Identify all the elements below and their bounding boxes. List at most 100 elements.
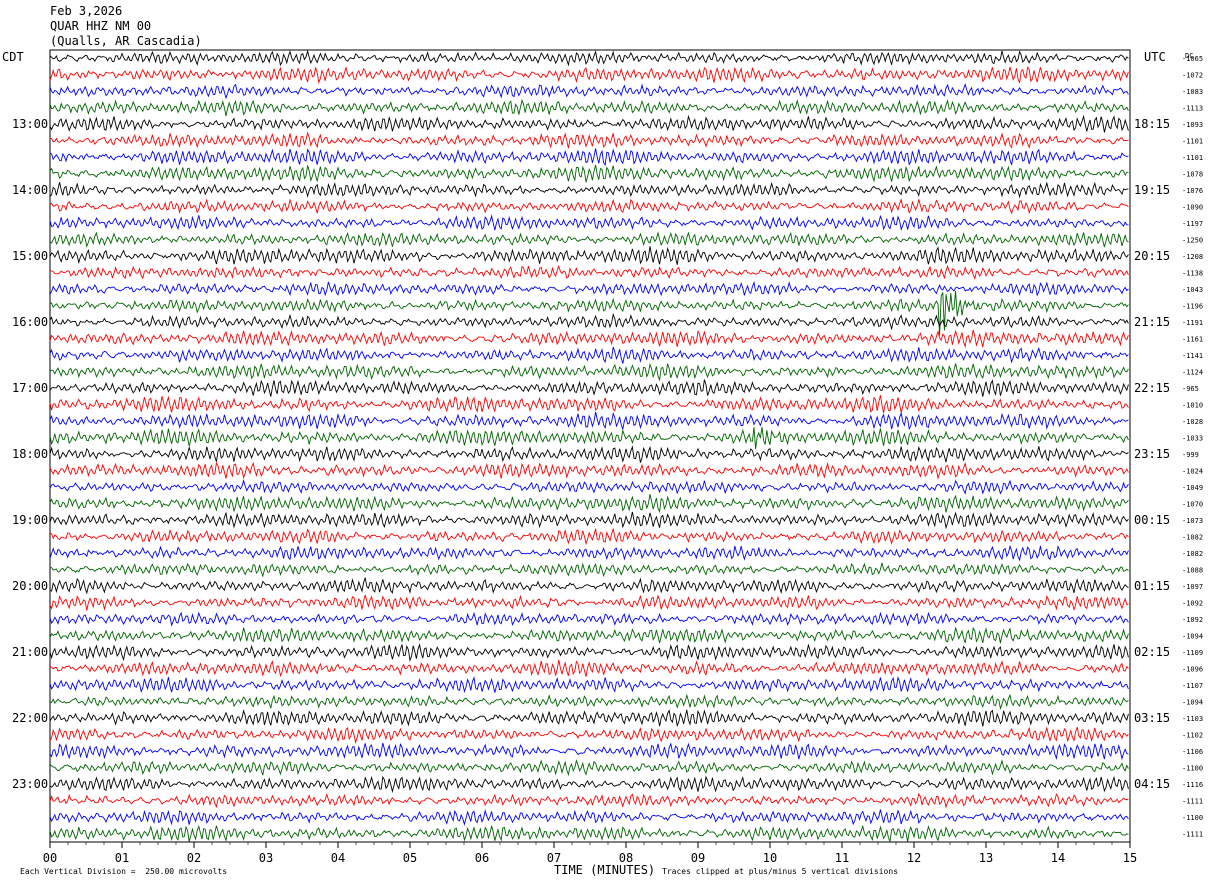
seismic-trace-47 bbox=[49, 824, 1129, 844]
dc-offset-label: -1196 bbox=[1182, 303, 1203, 311]
seismic-trace-13 bbox=[49, 264, 1129, 280]
right-hour-label: 00:15 bbox=[1134, 513, 1170, 527]
dc-offset-label: -1094 bbox=[1182, 633, 1203, 641]
x-tick-label: 09 bbox=[691, 851, 705, 865]
seismic-trace-33 bbox=[49, 594, 1129, 612]
dc-offset-label: -1101 bbox=[1182, 138, 1203, 146]
dc-offset-label: -1250 bbox=[1182, 237, 1203, 245]
left-hour-label: 21:00 bbox=[12, 645, 48, 659]
dc-offset-label: -1073 bbox=[1182, 517, 1203, 525]
dc-offset-label: -1028 bbox=[1182, 418, 1203, 426]
dc-offset-label: -1111 bbox=[1182, 798, 1203, 806]
trace-group bbox=[49, 49, 1129, 844]
seismic-trace-29 bbox=[49, 528, 1129, 546]
seismic-trace-28 bbox=[49, 511, 1129, 530]
seismic-trace-35 bbox=[49, 626, 1129, 644]
seismic-trace-1 bbox=[49, 66, 1129, 85]
clip-note: Traces clipped at plus/minus 5 vertical … bbox=[662, 867, 899, 876]
seismic-trace-11 bbox=[49, 231, 1129, 249]
dc-offset-label: -1082 bbox=[1182, 534, 1203, 542]
seismic-trace-16 bbox=[49, 312, 1129, 331]
seismic-trace-30 bbox=[49, 544, 1129, 562]
left-hour-label: 14:00 bbox=[12, 183, 48, 197]
seismic-trace-24 bbox=[49, 445, 1129, 463]
left-hour-label: 19:00 bbox=[12, 513, 48, 527]
x-tick-label: 15 bbox=[1123, 851, 1137, 865]
dc-offset-label: -1094 bbox=[1182, 699, 1203, 707]
seismic-trace-45 bbox=[49, 792, 1129, 809]
seismic-trace-19 bbox=[49, 362, 1129, 382]
seismic-trace-15 bbox=[49, 290, 1129, 336]
dc-offset-label: -1090 bbox=[1182, 204, 1203, 212]
seismic-trace-22 bbox=[49, 411, 1129, 431]
x-tick-label: 13 bbox=[979, 851, 993, 865]
seismic-trace-32 bbox=[49, 577, 1129, 595]
seismic-trace-21 bbox=[49, 395, 1129, 413]
x-tick-label: 11 bbox=[835, 851, 849, 865]
dc-offset-label: -1100 bbox=[1182, 765, 1203, 773]
seismic-trace-37 bbox=[49, 659, 1129, 678]
seismic-trace-31 bbox=[49, 562, 1129, 578]
right-hour-labels: 18:15 19:15 20:15 21:15 22:15 23:15 00:15 01:15… bbox=[1134, 117, 1170, 791]
seismic-trace-18 bbox=[49, 346, 1129, 364]
seismic-trace-6 bbox=[49, 148, 1129, 167]
dc-column-label: DC bbox=[1185, 52, 1193, 60]
x-axis-title: TIME (MINUTES) bbox=[554, 863, 656, 877]
seismic-trace-2 bbox=[49, 83, 1129, 100]
dc-offset-label: -1092 bbox=[1182, 600, 1203, 608]
x-tick-label: 14 bbox=[1051, 851, 1065, 865]
dc-offset-label: -1113 bbox=[1182, 105, 1203, 113]
dc-offset-label: -1106 bbox=[1182, 748, 1203, 756]
dc-offset-label: -1141 bbox=[1182, 352, 1203, 360]
dc-offset-label: -965 bbox=[1182, 385, 1199, 393]
seismic-trace-0 bbox=[49, 49, 1129, 67]
left-hour-label: 22:00 bbox=[12, 711, 48, 725]
dc-offset-label: -1076 bbox=[1182, 187, 1203, 195]
seismic-trace-25 bbox=[49, 461, 1129, 480]
left-hour-label: 20:00 bbox=[12, 579, 48, 593]
dc-offset-label: -1111 bbox=[1182, 831, 1203, 839]
seismic-trace-26 bbox=[49, 478, 1129, 495]
left-hour-label: 23:00 bbox=[12, 777, 48, 791]
dc-offset-label: -1082 bbox=[1182, 550, 1203, 558]
seismic-trace-17 bbox=[49, 329, 1129, 349]
seismic-trace-34 bbox=[49, 611, 1129, 627]
dc-offset-label: -1100 bbox=[1182, 814, 1203, 822]
dc-offset-label: -1093 bbox=[1182, 121, 1203, 129]
seismic-trace-41 bbox=[49, 726, 1129, 745]
right-hour-label: 02:15 bbox=[1134, 645, 1170, 659]
dc-offset-label: -1070 bbox=[1182, 501, 1203, 509]
dc-offset-label: -1107 bbox=[1182, 682, 1203, 690]
x-tick-label: 02 bbox=[187, 851, 201, 865]
dc-offset-label: -999 bbox=[1182, 451, 1199, 459]
x-tick-label: 00 bbox=[43, 851, 57, 865]
seismic-trace-12 bbox=[49, 246, 1129, 265]
dc-offset-label: -1072 bbox=[1182, 72, 1203, 80]
x-tick-label: 04 bbox=[331, 851, 345, 865]
dc-offset-label: -1109 bbox=[1182, 649, 1203, 657]
seismic-trace-36 bbox=[49, 643, 1129, 662]
seismic-trace-14 bbox=[49, 280, 1129, 297]
dc-offset-label: -1088 bbox=[1182, 567, 1203, 575]
right-hour-label: 19:15 bbox=[1134, 183, 1170, 197]
dc-offset-label: -1101 bbox=[1182, 154, 1203, 162]
dc-offset-label: -1197 bbox=[1182, 220, 1203, 228]
seismic-trace-4 bbox=[49, 114, 1129, 133]
dc-offset-label: -1049 bbox=[1182, 484, 1203, 492]
dc-offset-label: -1161 bbox=[1182, 336, 1203, 344]
dc-offset-label: -1097 bbox=[1182, 583, 1203, 591]
dc-offset-label: -1096 bbox=[1182, 666, 1203, 674]
dc-offset-label: -1092 bbox=[1182, 616, 1203, 624]
seismic-trace-8 bbox=[49, 181, 1129, 199]
right-hour-label: 23:15 bbox=[1134, 447, 1170, 461]
plot-frame bbox=[49, 49, 1131, 843]
vertical-scale-note: Each Vertical Division = 250.00 microvol… bbox=[20, 867, 228, 876]
left-hour-label: 16:00 bbox=[12, 315, 48, 329]
seismic-trace-10 bbox=[49, 214, 1129, 232]
dc-offset-label: -1043 bbox=[1182, 286, 1203, 294]
dc-offset-label: -1191 bbox=[1182, 319, 1203, 327]
seismic-trace-39 bbox=[49, 693, 1129, 711]
left-hour-label: 18:00 bbox=[12, 447, 48, 461]
right-hour-label: 03:15 bbox=[1134, 711, 1170, 725]
x-tick-label: 05 bbox=[403, 851, 417, 865]
